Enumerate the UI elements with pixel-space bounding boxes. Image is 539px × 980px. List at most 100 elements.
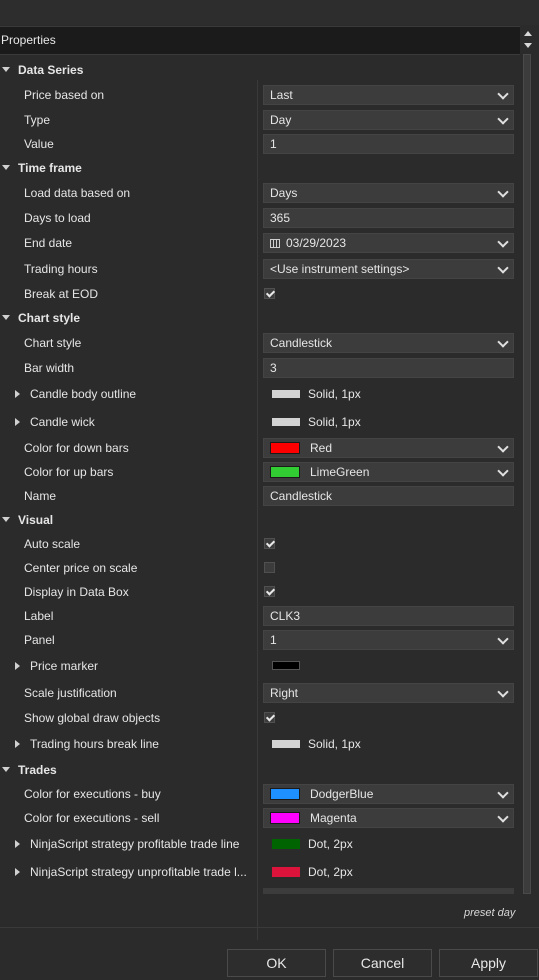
collapse-triangle-icon[interactable] (2, 315, 10, 320)
row-trading-hours-break-line[interactable]: Trading hours break line Solid, 1px (0, 732, 519, 756)
display-in-data-box-checkbox[interactable] (264, 586, 275, 597)
cancel-button[interactable]: Cancel (333, 949, 432, 977)
stroke-value: Solid, 1px (308, 387, 361, 401)
chart-style-select[interactable]: Candlestick (263, 333, 514, 353)
end-date-picker[interactable]: 03/29/2023 (263, 233, 514, 253)
expand-triangle-icon[interactable] (15, 418, 20, 426)
apply-button[interactable]: Apply (439, 949, 538, 977)
stroke-preview (272, 389, 300, 398)
break-at-eod-checkbox[interactable] (264, 288, 275, 299)
sort-arrows-icon[interactable] (522, 28, 534, 52)
field-value: Candlestick (270, 336, 333, 350)
value-input[interactable]: 1 (263, 134, 514, 154)
collapse-triangle-icon[interactable] (2, 767, 10, 772)
row-candle-wick[interactable]: Candle wick Solid, 1px (0, 410, 519, 434)
chevron-down-icon (497, 113, 509, 125)
candle-wick-stroke[interactable]: Solid, 1px (272, 410, 361, 434)
field-value: 3 (270, 361, 277, 375)
category-chart-style[interactable]: Chart style (0, 306, 519, 330)
property-label: Center price on scale (24, 561, 138, 575)
row-exec-sell: Color for executions - sell Magenta (0, 806, 519, 830)
price-marker-color[interactable] (272, 654, 308, 678)
chevron-down-icon (497, 465, 509, 477)
field-value: 1 (270, 137, 277, 151)
color-swatch (270, 465, 300, 478)
field-value: Last (270, 88, 293, 102)
up-bars-color-select[interactable]: LimeGreen (263, 462, 514, 482)
candle-body-outline-stroke[interactable]: Solid, 1px (272, 382, 361, 406)
load-data-based-on-select[interactable]: Days (263, 183, 514, 203)
row-candle-body-outline[interactable]: Candle body outline Solid, 1px (0, 382, 519, 406)
field-value: Magenta (310, 811, 357, 825)
center-price-checkbox[interactable] (264, 562, 275, 573)
row-show-global-draw: Show global draw objects (0, 706, 519, 730)
category-time-frame[interactable]: Time frame (0, 156, 519, 180)
chevron-down-icon (497, 336, 509, 348)
vertical-scrollbar[interactable] (521, 54, 533, 899)
row-price-marker[interactable]: Price marker (0, 654, 519, 678)
category-label: Visual (18, 513, 54, 527)
category-label: Chart style (18, 311, 81, 325)
collapse-triangle-icon[interactable] (2, 165, 10, 170)
row-partial (0, 886, 519, 896)
stroke-preview (272, 866, 300, 877)
arrow-down-icon[interactable] (524, 43, 532, 48)
category-trades[interactable]: Trades (0, 758, 519, 782)
expand-triangle-icon[interactable] (15, 868, 20, 876)
field-value: 365 (270, 211, 291, 225)
expand-triangle-icon[interactable] (15, 662, 20, 670)
chevron-down-icon (497, 441, 509, 453)
chevron-down-icon (497, 811, 509, 823)
property-label: Type (24, 113, 51, 127)
property-label: Color for down bars (24, 441, 129, 455)
property-label: Price marker (30, 659, 99, 673)
exec-sell-color-select[interactable]: Magenta (263, 808, 514, 828)
row-scale-justification: Scale justification Right (0, 681, 519, 705)
property-label: Chart style (24, 336, 82, 350)
auto-scale-checkbox[interactable] (264, 538, 275, 549)
exec-buy-color-select[interactable]: DodgerBlue (263, 784, 514, 804)
property-label: Scale justification (24, 686, 117, 700)
color-swatch (270, 787, 300, 800)
row-unprofitable-trade-line[interactable]: NinjaScript strategy unprofitable trade … (0, 860, 519, 884)
color-swatch (270, 811, 300, 824)
category-data-series[interactable]: Data Series (0, 58, 519, 82)
row-profitable-trade-line[interactable]: NinjaScript strategy profitable trade li… (0, 832, 519, 856)
ok-button[interactable]: OK (227, 949, 326, 977)
property-label: Candle body outline (30, 387, 137, 401)
partial-field (263, 888, 514, 894)
expand-triangle-icon[interactable] (15, 740, 20, 748)
row-label: Label CLK3 (0, 604, 519, 628)
trading-hours-break-line-stroke[interactable]: Solid, 1px (272, 732, 361, 756)
price-based-on-select[interactable]: Last (263, 85, 514, 105)
category-visual[interactable]: Visual (0, 508, 519, 532)
expand-triangle-icon[interactable] (15, 390, 20, 398)
panel-select[interactable]: 1 (263, 630, 514, 650)
properties-header: Properties (0, 26, 520, 55)
arrow-up-icon[interactable] (524, 31, 532, 36)
chevron-down-icon (497, 633, 509, 645)
scrollbar-thumb[interactable] (523, 54, 531, 894)
days-to-load-input[interactable]: 365 (263, 208, 514, 228)
collapse-triangle-icon[interactable] (2, 67, 10, 72)
row-auto-scale: Auto scale (0, 532, 519, 556)
preset-label[interactable]: preset day (464, 907, 515, 919)
label-input[interactable]: CLK3 (263, 606, 514, 626)
show-global-draw-checkbox[interactable] (264, 712, 275, 723)
footer-divider (0, 927, 539, 928)
scale-justification-select[interactable]: Right (263, 683, 514, 703)
profitable-line-stroke[interactable]: Dot, 2px (272, 832, 353, 856)
category-label: Trades (18, 763, 57, 777)
expand-triangle-icon[interactable] (15, 840, 20, 848)
bar-width-input[interactable]: 3 (263, 358, 514, 378)
unprofitable-line-stroke[interactable]: Dot, 2px (272, 860, 353, 884)
property-label: Display in Data Box (24, 585, 129, 599)
collapse-triangle-icon[interactable] (2, 517, 10, 522)
name-input[interactable]: Candlestick (263, 486, 514, 506)
row-name: Name Candlestick (0, 484, 519, 508)
type-select[interactable]: Day (263, 110, 514, 130)
trading-hours-select[interactable]: <Use instrument settings> (263, 259, 514, 279)
row-up-bars-color: Color for up bars LimeGreen (0, 460, 519, 484)
chevron-down-icon (497, 686, 509, 698)
down-bars-color-select[interactable]: Red (263, 438, 514, 458)
